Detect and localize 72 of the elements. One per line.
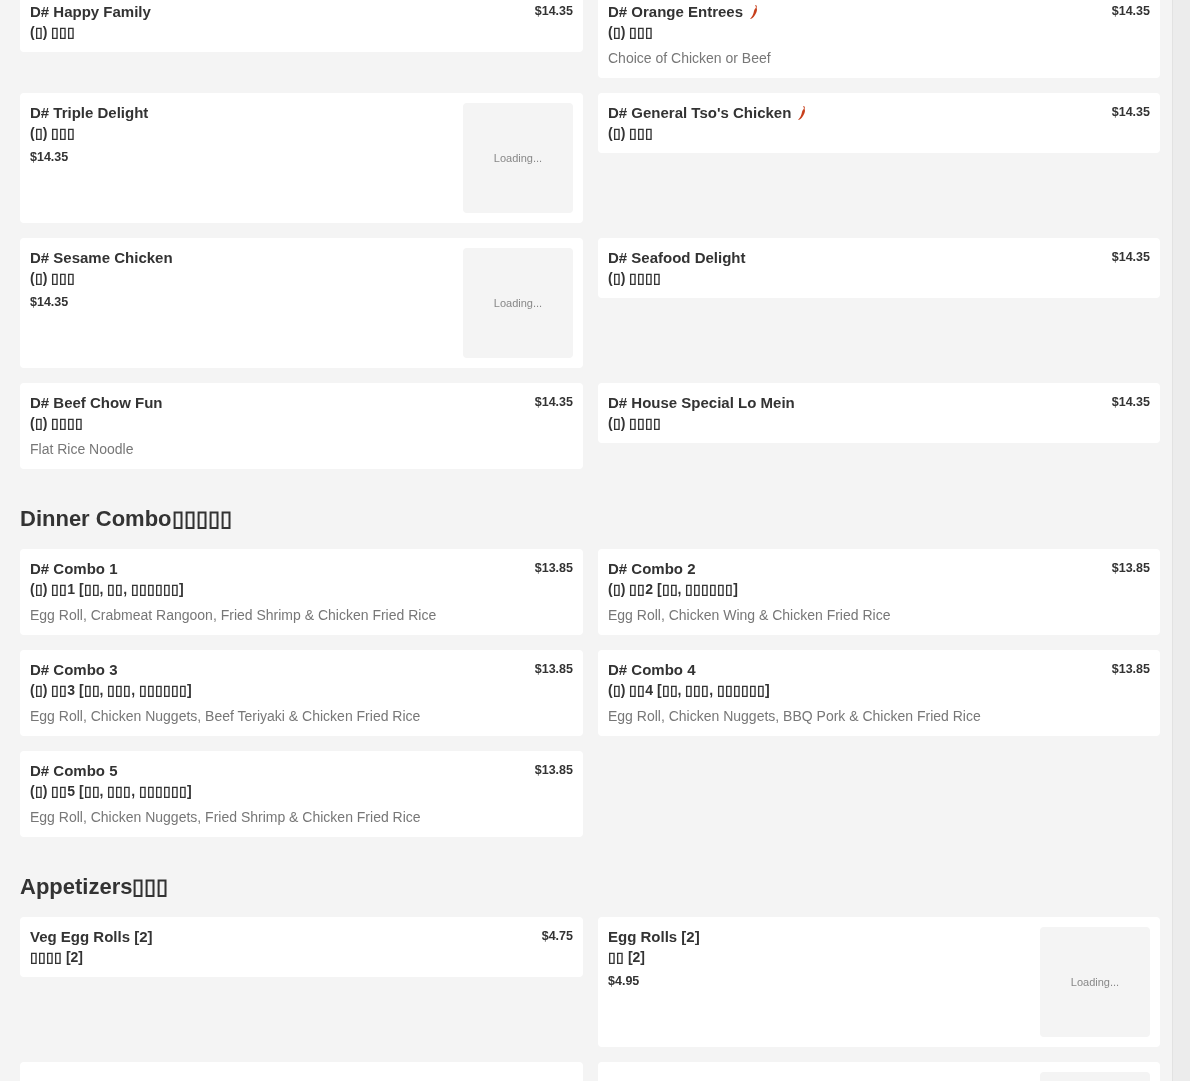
image-placeholder: Loading... [463,248,573,358]
item-chinese-name: (▯) ▯▯▯ [608,124,655,143]
item-description: Egg Roll, Chicken Wing & Chicken Fried Rice [608,606,892,625]
item-chinese-name: (▯) ▯▯▯▯ [608,414,663,433]
menu-item-card[interactable]: D# Combo 1 $13.85 (▯) ▯▯1 [▯▯, ▯▯, ▯▯▯▯▯▯] Egg Roll, Crabmeat Rangoon, Fried Shrimp & Chicken Fried Rice [20,549,583,635]
item-price: $14.35 [1111,104,1150,121]
item-description: Choice of Chicken or Beef [608,49,772,68]
menu-item-card[interactable]: D# General Tso's Chicken $14.35 (▯) ▯▯▯ [598,93,1160,153]
menu-item-card[interactable]: D# Happy Family $14.35 (▯) ▯▯▯ [20,0,583,52]
item-price: $14.35 [1111,3,1150,20]
item-name: D# Orange Entrees [608,2,744,22]
item-description: Flat Rice Noodle [30,440,135,459]
item-chinese-name: (▯) ▯▯▯▯ [30,414,85,433]
item-price: $14.35 [534,3,573,20]
item-chinese-name: (▯) ▯▯4 [▯▯, ▯▯▯, ▯▯▯▯▯▯] [608,681,771,700]
menu-item-card[interactable]: D# Seafood Delight $14.35 (▯) ▯▯▯▯ [598,238,1160,298]
item-price: $13.85 [534,560,573,577]
item-price: $14.35 [30,149,70,166]
item-price: $14.35 [1111,394,1150,411]
item-price: $14.35 [30,294,70,311]
item-chinese-name: (▯) ▯▯3 [▯▯, ▯▯▯, ▯▯▯▯▯▯] [30,681,193,700]
menu-item-card[interactable]: D# Combo 4 $13.85 (▯) ▯▯4 [▯▯, ▯▯▯, ▯▯▯▯▯▯] Egg Roll, Chicken Nuggets, BBQ Pork & Chicken Fried Rice [598,650,1160,736]
item-description: Egg Roll, Crabmeat Rangoon, Fried Shrimp & Chicken Fried Rice [30,606,438,625]
menu-item-card[interactable]: D# Combo 5 $13.85 (▯) ▯▯5 [▯▯, ▯▯▯, ▯▯▯▯▯▯] Egg Roll, Chicken Nuggets, Fried Shrimp & Chicken Fried Rice [20,751,583,837]
menu-item-card[interactable]: Egg Rolls [2] ▯▯ [2] $4.95 Loading... [598,917,1160,1047]
item-price: $4.95 [608,973,641,990]
item-chinese-name: ▯▯ [2] [608,948,646,967]
item-name: D# Combo 5 [30,761,118,781]
item-price: $13.85 [534,661,573,678]
item-chinese-name: (▯) ▯▯1 [▯▯, ▯▯, ▯▯▯▯▯▯] [30,580,185,599]
item-name: D# House Special Lo Mein [608,393,795,413]
item-chinese-name: (▯) ▯▯▯ [30,124,77,143]
item-description: Egg Roll, Chicken Nuggets, Fried Shrimp & Chicken Fried Rice [30,808,422,827]
item-chinese-name: (▯) ▯▯▯ [608,23,655,42]
item-price: $13.85 [534,762,573,779]
item-price: $14.35 [534,394,573,411]
menu-item-card[interactable]: D# Triple Delight (▯) ▯▯▯ $14.35 Loading... [20,93,583,223]
item-price: $14.35 [1111,249,1150,266]
item-price: $13.85 [1111,661,1150,678]
menu-item-card[interactable]: D# House Special Lo Mein $14.35 (▯) ▯▯▯▯ [598,383,1160,443]
item-name: D# General Tso's Chicken [608,103,792,123]
item-name: D# Combo 3 [30,660,118,680]
menu-item-card[interactable]: D# Sesame Chicken (▯) ▯▯▯ $14.35 Loading... [20,238,583,368]
item-price: $13.85 [1111,560,1150,577]
item-description: Egg Roll, Chicken Nuggets, Beef Teriyaki & Chicken Fried Rice [30,707,422,726]
item-chinese-name: (▯) ▯▯▯ [30,23,77,42]
item-chinese-name: ▯▯▯▯ [2] [30,948,84,967]
item-name: D# Seafood Delight [608,248,746,268]
item-name: D# Sesame Chicken [30,248,173,268]
item-chinese-name: (▯) ▯▯5 [▯▯, ▯▯▯, ▯▯▯▯▯▯] [30,782,193,801]
item-description: Egg Roll, Chicken Nuggets, BBQ Pork & Chicken Fried Rice [608,707,982,726]
menu-item-card[interactable]: D# Combo 2 $13.85 (▯) ▯▯2 [▯▯, ▯▯▯▯▯▯] Egg Roll, Chicken Wing & Chicken Fried Rice [598,549,1160,635]
item-name: Veg Egg Rolls [2] [30,927,153,947]
item-name: D# Combo 2 [608,559,696,579]
item-name: D# Beef Chow Fun [30,393,163,413]
item-name: D# Triple Delight [30,103,149,123]
item-name: D# Combo 1 [30,559,118,579]
item-chinese-name: (▯) ▯▯▯▯ [608,269,663,288]
menu-item-card[interactable]: D# Combo 3 $13.85 (▯) ▯▯3 [▯▯, ▯▯▯, ▯▯▯▯▯▯] Egg Roll, Chicken Nuggets, Beef Teriyaki & Chicken Fried Rice [20,650,583,736]
section-heading: Dinner Combo▯▯▯▯▯ [20,505,233,533]
item-chinese-name: (▯) ▯▯▯ [30,269,77,288]
menu-item-card[interactable]: Veg Egg Rolls [2] $4.75 ▯▯▯▯ [2] [20,917,583,977]
section-heading: Appetizers▯▯▯ [20,873,170,901]
item-name: Egg Rolls [2] [608,927,700,947]
image-placeholder: Loading... [1040,927,1150,1037]
menu-item-card[interactable]: D# Orange Entrees $14.35 (▯) ▯▯▯ Choice of Chicken or Beef [598,0,1160,78]
menu-item-card[interactable]: D# Beef Chow Fun $14.35 (▯) ▯▯▯▯ Flat Rice Noodle [20,383,583,469]
image-placeholder: Loading... [463,103,573,213]
item-name: D# Happy Family [30,2,151,22]
item-chinese-name: (▯) ▯▯2 [▯▯, ▯▯▯▯▯▯] [608,580,739,599]
item-price: $4.75 [541,928,573,945]
item-name: D# Combo 4 [608,660,696,680]
